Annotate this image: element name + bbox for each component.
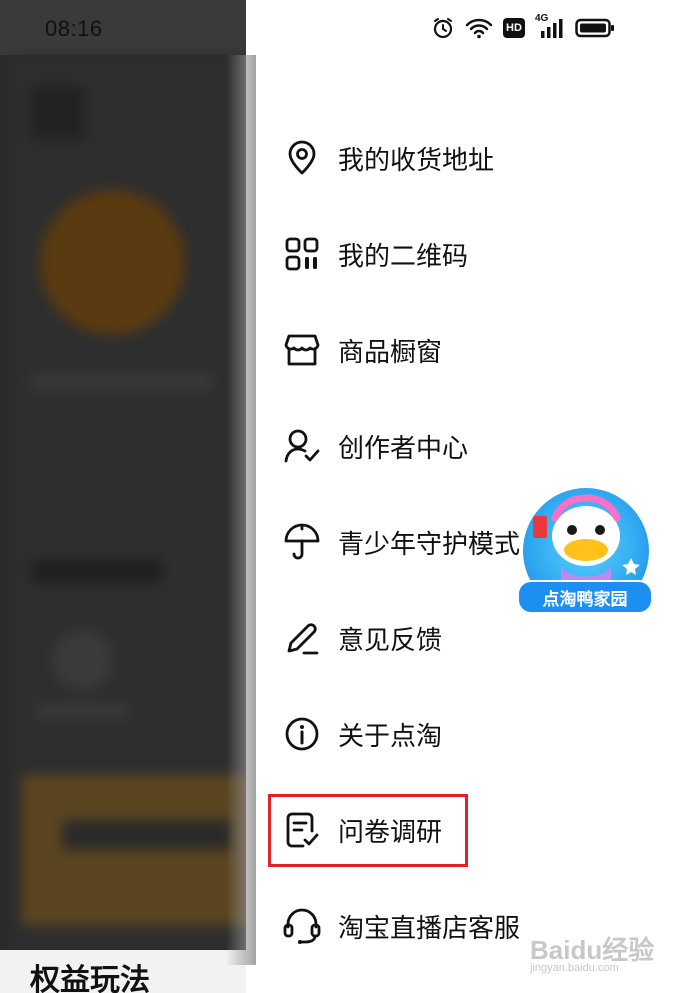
background-blurred-icon: [30, 85, 85, 140]
background-blurred-content: [12, 55, 255, 965]
background-blurred-heading: [32, 560, 162, 582]
menu-item-label: 青少年守护模式: [338, 529, 521, 560]
headset-icon: [282, 906, 322, 946]
watermark-main: Baidu经验: [530, 935, 655, 965]
menu-item-address[interactable]: 我的收货地址: [282, 110, 642, 206]
menu-item-label: 创作者中心: [338, 433, 469, 464]
shop-window-icon: [282, 330, 322, 370]
watermark-sub: jingyan.baidu.com: [530, 962, 619, 974]
network-type-label: 4G: [535, 13, 549, 24]
signal-icon: 4G: [535, 13, 565, 39]
hd-badge: HD: [503, 18, 525, 38]
creator-icon: [282, 426, 322, 466]
menu-item-creator-center[interactable]: 创作者中心: [282, 398, 642, 494]
menu-item-label: 商品橱窗: [338, 337, 443, 368]
qr-code-icon: [282, 234, 322, 274]
menu-item-about[interactable]: 关于点淘: [282, 686, 642, 782]
location-pin-icon: [282, 138, 322, 178]
background-blurred-avatar: [40, 190, 185, 335]
status-icons: HD 4G: [431, 13, 615, 40]
background-blurred-label: [37, 705, 127, 717]
menu-item-shop-window[interactable]: 商品橱窗: [282, 302, 642, 398]
background-status-strip: [0, 0, 246, 55]
wifi-icon: [465, 17, 493, 39]
alarm-icon: [431, 16, 455, 40]
menu-item-qr-code[interactable]: 我的二维码: [282, 206, 642, 302]
drawer-edge-shadow: [226, 55, 256, 965]
menu-item-label: 意见反馈: [338, 625, 443, 656]
promo-floating-badge[interactable]: 点淘鸭家园: [513, 488, 653, 624]
promo-label: 点淘鸭家园: [517, 580, 653, 614]
background-app-dimmed: 08:16 权益玩法: [0, 0, 255, 993]
info-icon: [282, 714, 322, 754]
background-blurred-banner: [22, 775, 252, 925]
watermark: Baidu经验 jingyan.baidu.com: [530, 930, 655, 974]
highlight-box-survey: [268, 794, 468, 867]
menu-item-label: 我的收货地址: [338, 145, 495, 176]
background-section-title: 权益玩法: [30, 963, 150, 993]
edit-pencil-icon: [282, 618, 322, 658]
umbrella-icon: [282, 522, 322, 562]
status-time: 08:16: [45, 16, 103, 41]
menu-item-label: 我的二维码: [338, 241, 469, 272]
menu-item-label: 关于点淘: [338, 721, 443, 752]
battery-icon: [575, 17, 615, 39]
background-blurred-circle: [52, 630, 112, 690]
background-blurred-banner-text: [62, 820, 232, 850]
menu-item-label: 淘宝直播店客服: [338, 913, 521, 944]
background-blurred-text: [32, 375, 212, 389]
